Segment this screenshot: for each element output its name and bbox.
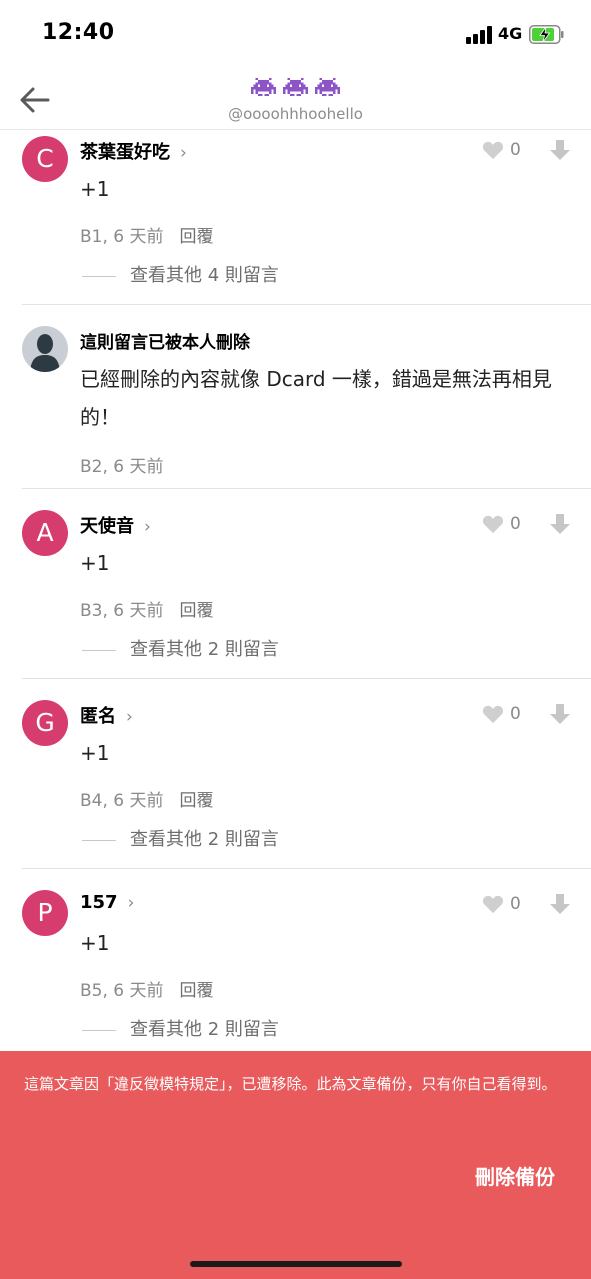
commenter-name-label: 天使音 xyxy=(80,516,134,537)
like-count: 0 xyxy=(510,514,521,534)
comment-body: +1 xyxy=(80,551,110,575)
reply-button[interactable]: 回覆 xyxy=(180,981,214,1001)
comment-meta: B1, 6 天前 回覆 xyxy=(80,222,214,247)
comment-floor-time: B4, 6 天前 xyxy=(80,791,164,811)
avatar[interactable]: G xyxy=(22,700,68,746)
down-arrow-icon[interactable] xyxy=(548,512,572,536)
post-header: @oooohhhoohello xyxy=(0,70,591,130)
comment-floor-time: B3, 6 天前 xyxy=(80,601,164,621)
commenter-name[interactable]: 茶葉蛋好吃 › xyxy=(80,138,187,164)
commenter-name-label: 匿名 xyxy=(80,706,116,727)
heart-icon xyxy=(482,515,504,534)
commenter-name[interactable]: 157 › xyxy=(80,892,134,913)
comment-body: +1 xyxy=(80,931,110,955)
default-avatar xyxy=(22,326,68,372)
heart-icon xyxy=(482,705,504,724)
comment-meta: B3, 6 天前 回覆 xyxy=(80,596,214,621)
view-more-replies[interactable]: 查看其他 4 則留言 xyxy=(82,261,279,287)
comment-body: 已經刪除的內容就像 Dcard 一樣，錯過是無法再相見的！ xyxy=(80,367,552,429)
network-type: 4G xyxy=(498,24,523,43)
avatar[interactable]: A xyxy=(22,510,68,556)
like-button[interactable]: 0 xyxy=(482,704,542,726)
comment-floor-time: B5, 6 天前 xyxy=(80,981,164,1001)
removed-post-banner: 這篇文章因「違反徵模特規定」，已遭移除。此為文章備份，只有你自己看得到。 刪除備… xyxy=(0,1051,591,1279)
view-more-label: 查看其他 2 則留言 xyxy=(130,639,279,660)
view-more-label: 查看其他 2 則留言 xyxy=(130,1019,279,1040)
comment-body: +1 xyxy=(80,741,110,765)
alien-monster-icon xyxy=(250,76,276,102)
down-arrow-icon[interactable] xyxy=(548,892,572,916)
divider-line xyxy=(82,1029,116,1031)
cellular-signal-icon xyxy=(466,26,494,44)
home-indicator[interactable] xyxy=(190,1261,402,1267)
delete-backup-button[interactable]: 刪除備份 xyxy=(475,1161,555,1190)
comment-divider xyxy=(22,678,591,679)
view-more-replies[interactable]: 查看其他 2 則留言 xyxy=(82,825,279,851)
view-more-label: 查看其他 2 則留言 xyxy=(130,829,279,850)
author-handle[interactable]: @oooohhhoohello xyxy=(0,105,591,123)
down-arrow-icon[interactable] xyxy=(548,138,572,162)
comment-divider xyxy=(22,868,591,869)
heart-icon xyxy=(482,141,504,160)
header-title-emoji xyxy=(0,76,591,100)
comment-floor-time: B2, 6 天前 xyxy=(80,457,164,477)
view-more-replies[interactable]: 查看其他 2 則留言 xyxy=(82,1015,279,1041)
divider-line xyxy=(82,839,116,841)
like-count: 0 xyxy=(510,894,521,914)
like-button[interactable]: 0 xyxy=(482,894,542,916)
deleted-comment-title: 這則留言已被本人刪除 xyxy=(80,333,250,353)
comment-floor-time: B1, 6 天前 xyxy=(80,227,164,247)
avatar[interactable]: P xyxy=(22,890,68,936)
status-bar: 12:40 4G xyxy=(0,0,591,70)
view-more-replies[interactable]: 查看其他 2 則留言 xyxy=(82,635,279,661)
divider-line xyxy=(82,275,116,277)
divider-line xyxy=(82,649,116,651)
comment-divider xyxy=(22,488,591,489)
commenter-name[interactable]: 匿名 › xyxy=(80,702,133,728)
removed-post-message: 這篇文章因「違反徵模特規定」，已遭移除。此為文章備份，只有你自己看得到。 xyxy=(24,1075,557,1093)
battery-charging-icon xyxy=(529,25,564,44)
view-more-label: 查看其他 4 則留言 xyxy=(130,265,279,286)
commenter-name-label: 茶葉蛋好吃 xyxy=(80,142,170,163)
down-arrow-icon[interactable] xyxy=(548,702,572,726)
comment-divider xyxy=(22,304,591,305)
chevron-right-icon: › xyxy=(180,143,187,163)
like-count: 0 xyxy=(510,704,521,724)
reply-button[interactable]: 回覆 xyxy=(180,601,214,621)
alien-monster-icon xyxy=(283,76,308,102)
chevron-right-icon: › xyxy=(144,517,151,537)
reply-button[interactable]: 回覆 xyxy=(180,227,214,247)
chevron-right-icon: › xyxy=(127,893,135,913)
chevron-right-icon: › xyxy=(126,707,133,727)
like-button[interactable]: 0 xyxy=(482,140,542,162)
comment-meta: B4, 6 天前 回覆 xyxy=(80,786,214,811)
status-time: 12:40 xyxy=(42,20,115,45)
commenter-name-label: 157 xyxy=(80,892,118,913)
reply-button[interactable]: 回覆 xyxy=(180,791,214,811)
comment-body: +1 xyxy=(80,177,110,201)
avatar[interactable]: C xyxy=(22,136,68,182)
heart-icon xyxy=(482,895,504,914)
person-silhouette-icon xyxy=(30,334,60,372)
alien-monster-icon xyxy=(315,76,341,102)
like-button[interactable]: 0 xyxy=(482,514,542,536)
commenter-name[interactable]: 天使音 › xyxy=(80,512,151,538)
comment-meta: B5, 6 天前 回覆 xyxy=(80,976,214,1001)
like-count: 0 xyxy=(510,140,521,160)
